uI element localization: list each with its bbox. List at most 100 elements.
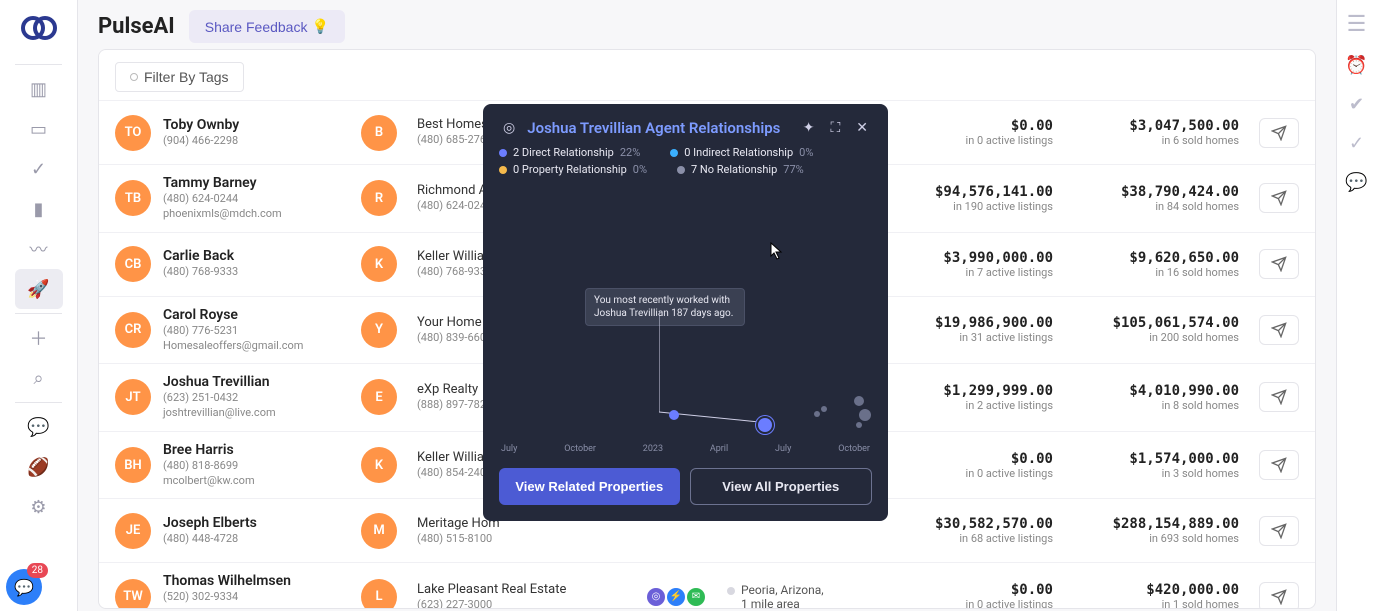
nav-football-icon[interactable]: 🏈	[15, 447, 63, 487]
connector-line	[659, 312, 769, 422]
agent-name: Carlie Back	[163, 248, 353, 264]
agent-phone: (520) 302-9334	[163, 590, 353, 604]
alarm-icon[interactable]: ⏰	[1345, 55, 1367, 76]
agent-avatar: TB	[115, 180, 151, 216]
modal-title: Joshua Trevillian Agent Relationships	[527, 119, 791, 137]
chart-dot-none[interactable]	[859, 409, 871, 421]
send-button[interactable]	[1259, 450, 1299, 480]
comment-icon[interactable]: 💬	[1345, 172, 1367, 193]
agent-phone: (480) 448-4728	[163, 532, 353, 546]
sold-homes-cell: $9,620,650.00in 16 sold homes	[1069, 250, 1239, 279]
chart-dot-direct-active[interactable]	[758, 418, 772, 432]
pill-icon: ◎	[647, 588, 665, 606]
nav-chart-icon[interactable]: ▮	[15, 189, 63, 229]
nav-gear-icon[interactable]: ⚙	[15, 487, 63, 527]
page-title: PulseAI	[98, 14, 175, 39]
chart-dot-none[interactable]	[821, 406, 827, 412]
agent-cell: Bree Harris (480) 818-8699 mcolbert@kw.c…	[163, 442, 353, 489]
agent-avatar: CR	[115, 312, 151, 348]
magic-icon[interactable]: ✦	[799, 118, 819, 138]
pill-icon: ⚡	[667, 588, 685, 606]
send-button[interactable]	[1259, 249, 1299, 279]
chart-axis: JulyOctober2023AprilJulyOctober	[499, 444, 872, 454]
nav-rocket-icon[interactable]: 🚀	[15, 269, 63, 309]
company-avatar: E	[361, 379, 397, 415]
share-feedback-button[interactable]: Share Feedback💡	[189, 10, 345, 43]
send-button[interactable]	[1259, 183, 1299, 213]
agent-phone: (480) 818-8699	[163, 459, 353, 473]
sold-homes-cell: $38,790,424.00in 84 sold homes	[1069, 184, 1239, 213]
pill-group: ◎⚡✉	[647, 588, 727, 606]
company-avatar: B	[361, 115, 397, 151]
filter-by-tags-button[interactable]: Filter By Tags	[115, 62, 244, 92]
company-name: Lake Pleasant Real Estate	[417, 582, 566, 597]
active-listings-cell: $3,990,000.00in 7 active listings	[893, 250, 1053, 279]
active-listings-cell: $30,582,570.00in 68 active listings	[893, 516, 1053, 545]
agent-cell: Thomas Wilhelmsen (520) 302-9334 Tom@Lak…	[163, 573, 353, 609]
agent-name: Thomas Wilhelmsen	[163, 573, 353, 589]
nav-building-icon[interactable]: ▥	[15, 69, 63, 109]
axis-tick: 2023	[643, 444, 663, 454]
sold-homes-cell: $288,154,889.00in 693 sold homes	[1069, 516, 1239, 545]
nav-clipboard-icon[interactable]: ✓	[15, 149, 63, 189]
send-button[interactable]	[1259, 516, 1299, 546]
expand-icon[interactable]: ⛶	[826, 118, 844, 138]
company-avatar: L	[361, 579, 397, 609]
agent-name: Bree Harris	[163, 442, 353, 458]
chart-dot-none[interactable]	[856, 422, 862, 428]
bulb-icon: 💡	[311, 18, 328, 35]
chart-dot-none[interactable]	[814, 411, 820, 417]
agent-email: Tom@LakePleasantRE.com	[163, 606, 353, 609]
company-avatar: M	[361, 513, 397, 549]
hamburger-icon[interactable]: ☰	[1347, 12, 1367, 37]
company-cell: Lake Pleasant Real Estate (623) 227-3000	[417, 582, 617, 609]
send-button[interactable]	[1259, 582, 1299, 609]
company-phone: (623) 227-3000	[417, 598, 566, 609]
nav-message-icon[interactable]: 💬	[15, 407, 63, 447]
nav-add-icon[interactable]: ＋	[15, 318, 63, 358]
company-avatar: K	[361, 246, 397, 282]
company-phone: (888) 897-7821	[417, 398, 492, 412]
agent-phone: (623) 251-0432	[163, 391, 353, 405]
agent-cell: Joshua Trevillian (623) 251-0432 joshtre…	[163, 374, 353, 421]
nav-trend-icon[interactable]: 〰	[15, 229, 63, 269]
legend-item: 7 No Relationship 77%	[677, 163, 804, 176]
table-row[interactable]: TW Thomas Wilhelmsen (520) 302-9334 Tom@…	[99, 562, 1315, 609]
company-avatar: R	[361, 180, 397, 216]
close-icon[interactable]: ✕	[852, 118, 872, 138]
agent-name: Tammy Barney	[163, 175, 353, 191]
right-rail: ☰ ⏰ ✔ ✓ 💬	[1336, 0, 1376, 611]
nav-contact-icon[interactable]: ▭	[15, 109, 63, 149]
agent-phone: (904) 466-2298	[163, 134, 353, 148]
agent-avatar: BH	[115, 447, 151, 483]
chat-bubble[interactable]: 💬28	[6, 569, 42, 605]
legend-item: 0 Indirect Relationship 0%	[670, 146, 813, 159]
sold-homes-cell: $1,574,000.00in 3 sold homes	[1069, 451, 1239, 480]
company-phone: (480) 515-8100	[417, 532, 500, 546]
agent-avatar: CB	[115, 246, 151, 282]
agent-email: joshtrevillian@live.com	[163, 406, 353, 420]
view-all-properties-button[interactable]: View All Properties	[690, 468, 873, 505]
agent-name: Joseph Elberts	[163, 515, 353, 531]
chat-count-badge: 28	[27, 563, 48, 578]
agent-name: Carol Royse	[163, 307, 353, 323]
chart-dot-none[interactable]	[854, 396, 864, 406]
agent-cell: Toby Ownby (904) 466-2298	[163, 117, 353, 148]
agent-name: Joshua Trevillian	[163, 374, 353, 390]
legend: 2 Direct Relationship 22%0 Indirect Rela…	[499, 146, 872, 176]
check-circle-icon[interactable]: ✔	[1349, 94, 1364, 115]
send-button[interactable]	[1259, 118, 1299, 148]
send-button[interactable]	[1259, 382, 1299, 412]
view-related-properties-button[interactable]: View Related Properties	[499, 468, 680, 505]
axis-tick: July	[775, 444, 791, 454]
nav-search-icon[interactable]: ⌕	[15, 358, 63, 398]
chart-dot-direct[interactable]	[669, 410, 679, 420]
active-listings-cell: $0.00in 0 active listings	[893, 582, 1053, 609]
sold-homes-cell: $3,047,500.00in 6 sold homes	[1069, 118, 1239, 147]
agent-phone: (480) 624-0244	[163, 192, 353, 206]
agent-cell: Joseph Elberts (480) 448-4728	[163, 515, 353, 546]
checkmark-icon[interactable]: ✓	[1349, 133, 1364, 154]
location-cell: Peoria, Arizona,1 mile area	[727, 583, 857, 609]
send-button[interactable]	[1259, 315, 1299, 345]
agent-avatar: TO	[115, 115, 151, 151]
